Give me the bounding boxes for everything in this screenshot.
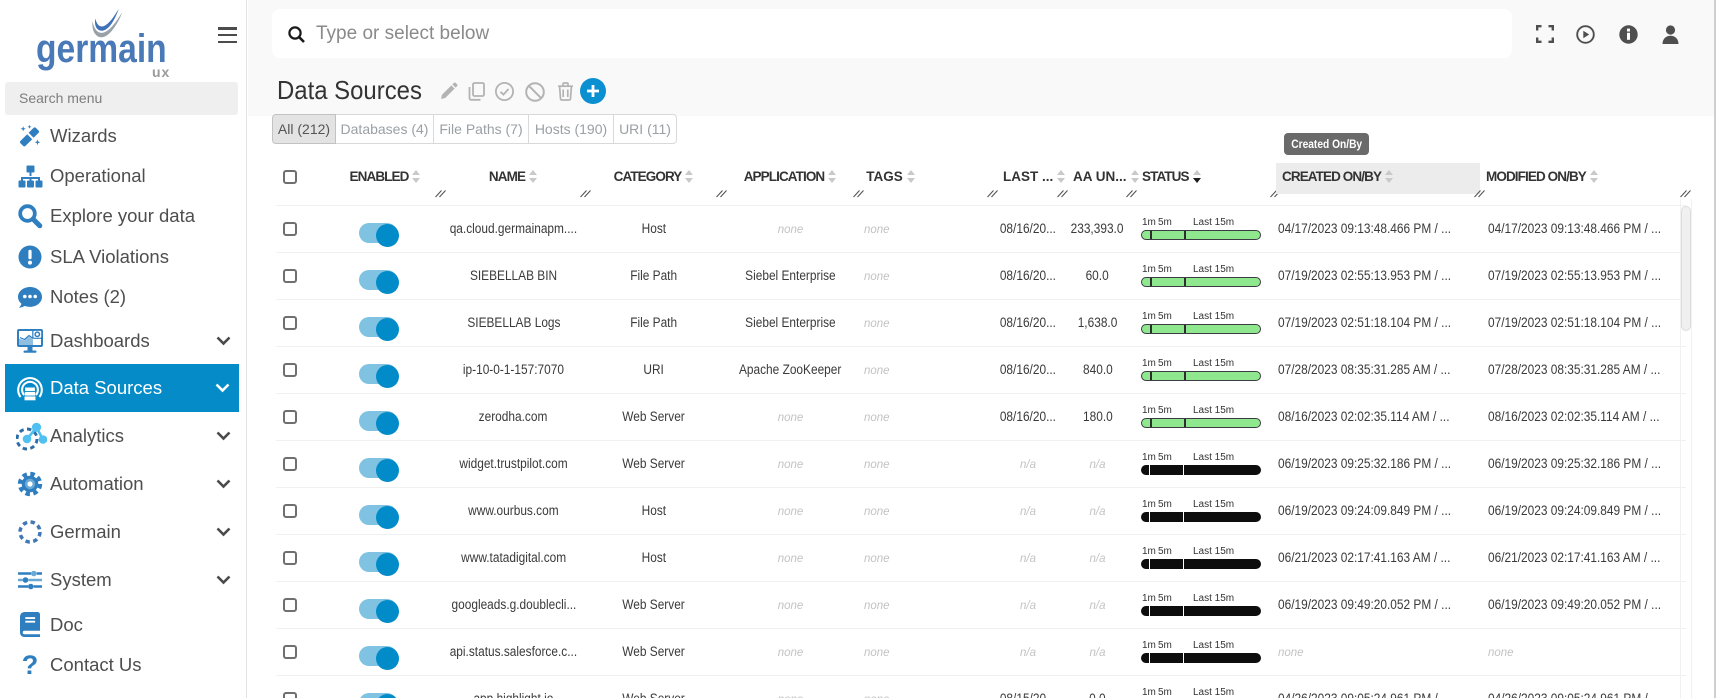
svg-text:?: ? [22,652,39,678]
